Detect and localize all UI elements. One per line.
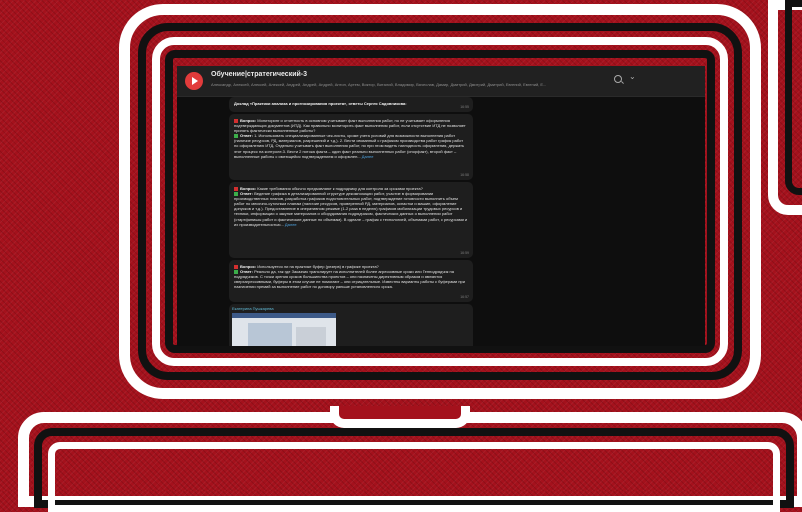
message-time: 16:59 xyxy=(460,250,469,255)
chat-header: Обучение|стратегический-3 Александр, Але… xyxy=(177,66,705,97)
read-more-link[interactable]: Далее xyxy=(285,222,297,227)
search-icon[interactable] xyxy=(614,75,622,83)
question-text: Мониторинг и отчетность в основном учиты… xyxy=(234,118,466,134)
chat-avatar-play-icon[interactable] xyxy=(185,72,203,90)
message-time: 16:55 xyxy=(460,104,469,109)
read-more-link[interactable]: Далее xyxy=(362,154,374,159)
answer-text: 1. Использовать специализированные чек-л… xyxy=(234,133,465,159)
answer-text: Реально да, так где Заказчик транслирует… xyxy=(234,269,466,290)
message-text: Доклад «Практики анализа и прогнозирован… xyxy=(234,101,407,106)
message-bubble[interactable]: Вопрос: Какие требования обычно предъявл… xyxy=(229,182,473,258)
chat-members: Александр, Алексей, Алексей, Алексей, Ан… xyxy=(211,82,547,87)
answer-text: Ведение графика в детализированной струк… xyxy=(234,191,468,227)
message-bubble[interactable]: Вопрос: Используется ли на практике буфе… xyxy=(229,260,473,302)
photo-content xyxy=(296,327,326,346)
photo-attachment[interactable] xyxy=(232,313,336,346)
message-list[interactable]: Доклад «Практики анализа и прогнозирован… xyxy=(177,97,705,346)
background-window-outline-inner xyxy=(785,0,802,195)
photo-message-bubble[interactable]: Екатерина Пушкарева xyxy=(229,304,473,346)
photo-header-band xyxy=(232,313,336,318)
chevron-down-icon[interactable]: ⌄ xyxy=(629,72,636,81)
photo-content xyxy=(248,323,292,346)
laptop-notch xyxy=(330,406,470,428)
message-bubble[interactable]: Вопрос: Мониторинг и отчетность в основн… xyxy=(229,114,473,180)
laptop-screen: Обучение|стратегический-3 Александр, Але… xyxy=(177,66,705,346)
sender-name[interactable]: Екатерина Пушкарева xyxy=(232,306,470,311)
message-time: 16:58 xyxy=(460,172,469,177)
message-time: 16:57 xyxy=(460,294,469,299)
laptop-base-inner xyxy=(48,442,780,512)
message-bubble[interactable]: Доклад «Практики анализа и прогнозирован… xyxy=(229,97,473,112)
chat-title[interactable]: Обучение|стратегический-3 xyxy=(211,71,307,78)
question-mark-icon xyxy=(234,186,238,191)
question-mark-icon xyxy=(234,264,238,269)
